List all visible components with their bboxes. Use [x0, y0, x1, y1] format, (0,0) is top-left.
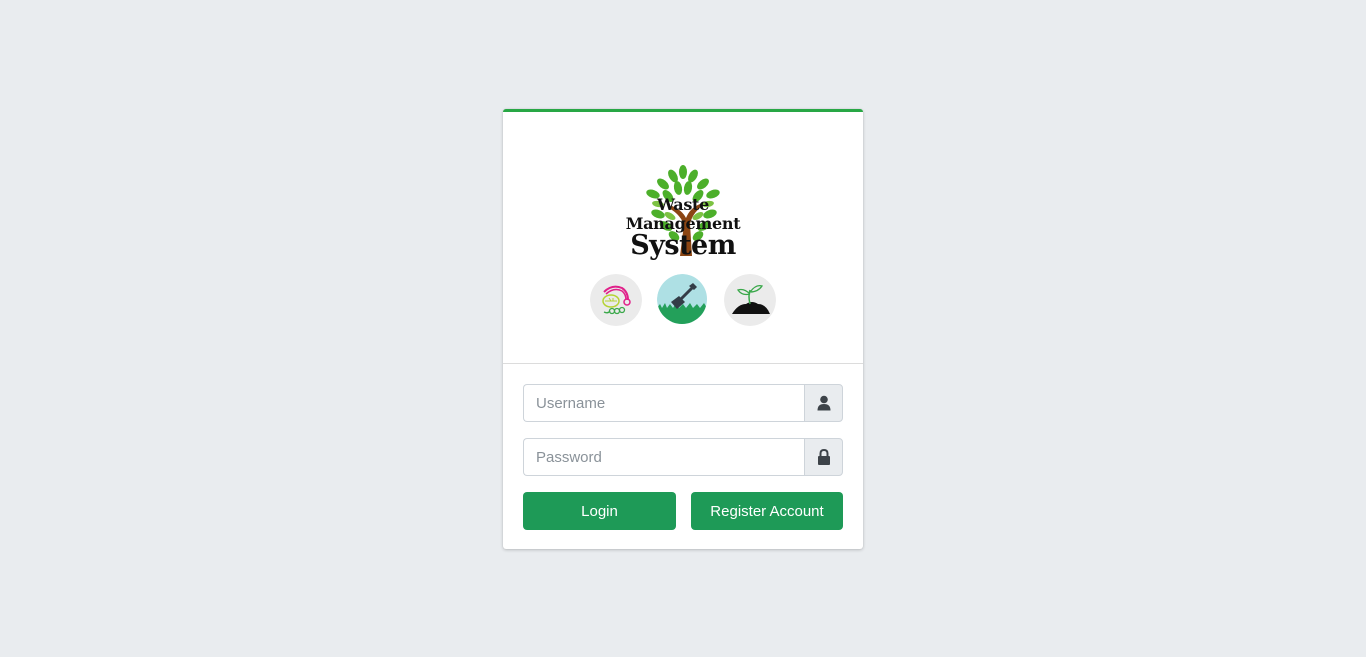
logo-title-line1: Waste Management	[625, 195, 741, 233]
username-group	[523, 384, 843, 422]
password-input[interactable]	[523, 438, 804, 476]
register-account-button[interactable]: Register Account	[691, 492, 843, 530]
card-header: Waste Management System	[503, 112, 863, 364]
shovel-grass-icon	[657, 274, 709, 326]
app-logo: Waste Management System	[598, 162, 768, 272]
user-icon	[817, 395, 830, 411]
logo-title-line2: System	[630, 230, 736, 261]
feature-icons	[590, 274, 776, 326]
login-card: Waste Management System Username Login R…	[503, 109, 863, 549]
username-addon	[804, 384, 843, 422]
username-input[interactable]	[523, 384, 804, 422]
sprout-soil-icon	[724, 274, 776, 326]
password-addon	[804, 438, 843, 476]
login-form: Login Register Account	[503, 364, 863, 550]
button-row: Login Register Account	[523, 492, 843, 530]
login-button[interactable]: Login	[523, 492, 676, 530]
lock-icon	[817, 449, 830, 465]
password-group	[523, 438, 843, 476]
vegetable-scraps-icon	[590, 274, 642, 326]
